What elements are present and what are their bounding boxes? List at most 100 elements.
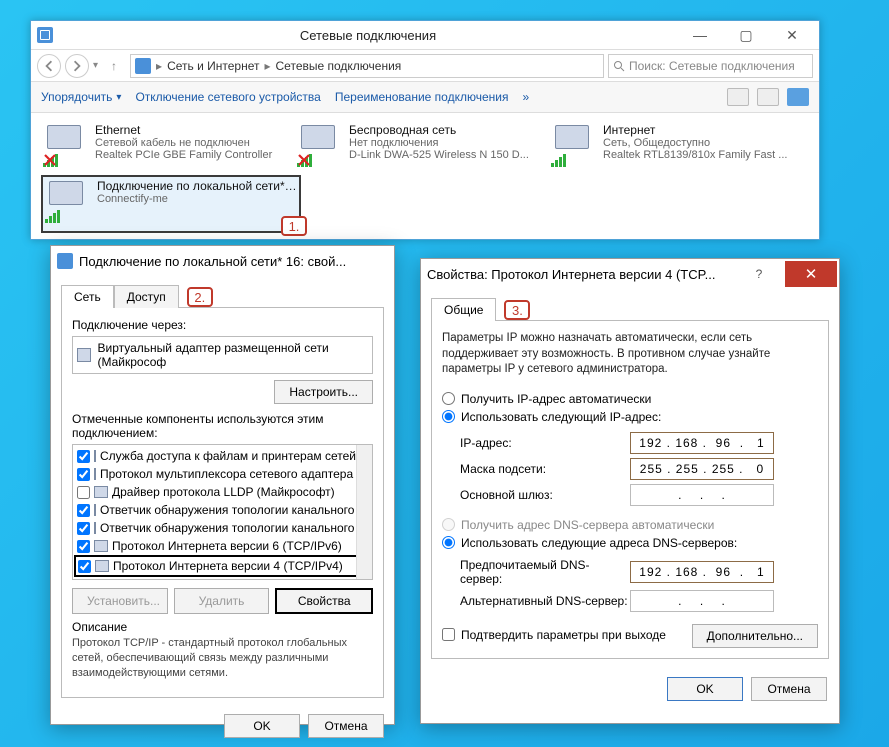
description-group: Описание Протокол TCP/IP - стандартный п… bbox=[72, 614, 373, 681]
mask-input[interactable] bbox=[632, 460, 772, 478]
back-button[interactable] bbox=[37, 54, 61, 78]
mask-label: Маска подсети: bbox=[460, 462, 630, 476]
adapter-icon bbox=[77, 348, 91, 362]
connection-detail: Realtek PCIe GBE Family Controller bbox=[95, 149, 289, 161]
dns-pref-input[interactable] bbox=[632, 563, 772, 581]
navbar: ▾ ↑ ▸ Сеть и Интернет ▸ Сетевые подключе… bbox=[31, 49, 819, 81]
organize-button[interactable]: Упорядочить bbox=[41, 90, 121, 104]
tab-body: Параметры IP можно назначать автоматичес… bbox=[431, 320, 829, 659]
confirm-on-exit: Подтвердить параметры при выходе Дополни… bbox=[442, 622, 818, 648]
ok-button[interactable]: OK bbox=[667, 677, 743, 701]
confirm-exit-label: Подтвердить параметры при выходе bbox=[461, 628, 666, 642]
component-icon bbox=[94, 450, 96, 462]
disable-device-button[interactable]: Отключение сетевого устройства bbox=[135, 90, 320, 104]
cancel-button[interactable]: Отмена bbox=[751, 677, 827, 701]
connection-detail: Connectify-me bbox=[97, 193, 297, 205]
maximize-button[interactable]: ▢ bbox=[723, 23, 769, 47]
component-item[interactable]: Протокол Интернета версии 4 (TCP/IPv4) bbox=[74, 555, 371, 577]
component-item[interactable]: Протокол Интернета версии 6 (TCP/IPv6) bbox=[75, 537, 370, 555]
dialog-titlebar: Подключение по локальной сети* 16: свой.… bbox=[51, 246, 394, 276]
connection-status: Сеть, Общедоступно bbox=[603, 137, 797, 149]
rename-connection-button[interactable]: Переименование подключения bbox=[335, 90, 509, 104]
dns-manual-radio[interactable] bbox=[442, 536, 455, 549]
component-label: Протокол Интернета версии 4 (TCP/IPv4) bbox=[113, 559, 343, 573]
tcpip-properties-dialog: Свойства: Протокол Интернета версии 4 (T… bbox=[420, 258, 840, 724]
ip-auto-radio[interactable] bbox=[442, 392, 455, 405]
breadcrumb-segment[interactable]: Сетевые подключения bbox=[276, 59, 402, 73]
tab-general[interactable]: Общие bbox=[431, 298, 496, 321]
tab-network[interactable]: Сеть bbox=[61, 285, 114, 308]
callout-marker-2: 2. bbox=[187, 287, 213, 307]
scrollbar[interactable] bbox=[356, 445, 372, 579]
connection-name: Беспроводная сеть bbox=[349, 123, 543, 137]
adapter-field: Виртуальный адаптер размещенной сети (Ма… bbox=[72, 336, 373, 374]
component-item[interactable]: Драйвер протокола LLDP (Майкрософт) bbox=[75, 483, 370, 501]
connection-item[interactable]: Подключение по локальной сети* 16Connect… bbox=[41, 175, 301, 233]
component-checkbox[interactable] bbox=[78, 560, 91, 573]
connection-name: Ethernet bbox=[95, 123, 289, 137]
connections-list: EthernetСетевой кабель не подключенRealt… bbox=[31, 113, 819, 241]
dns-alt-input[interactable] bbox=[632, 592, 772, 610]
component-item[interactable]: Служба доступа к файлам и принтерам сете… bbox=[75, 447, 370, 465]
search-input[interactable]: Поиск: Сетевые подключения bbox=[608, 54, 813, 78]
view-icon[interactable] bbox=[727, 88, 749, 106]
ip-fields: IP-адрес: Маска подсети: Основной шлюз: bbox=[442, 432, 818, 506]
component-label: Ответчик обнаружения топологии канальног… bbox=[100, 503, 373, 517]
breadcrumb-segment[interactable]: Сеть и Интернет bbox=[167, 59, 259, 73]
close-button[interactable]: ✕ bbox=[785, 261, 837, 287]
adapter-name: Виртуальный адаптер размещенной сети (Ма… bbox=[97, 341, 368, 369]
component-checkbox[interactable] bbox=[77, 468, 90, 481]
configure-button[interactable]: Настроить... bbox=[274, 380, 373, 404]
component-icon bbox=[94, 468, 96, 480]
component-checkbox[interactable] bbox=[77, 522, 90, 535]
up-button[interactable]: ↑ bbox=[102, 54, 126, 78]
ip-manual-radio[interactable] bbox=[442, 410, 455, 423]
dns-auto-label: Получить адрес DNS-сервера автоматически bbox=[461, 518, 714, 532]
connection-text: EthernetСетевой кабель не подключенRealt… bbox=[95, 123, 289, 161]
properties-button[interactable]: Свойства bbox=[275, 588, 373, 614]
component-icon bbox=[94, 504, 96, 516]
history-chevron-icon[interactable]: ▾ bbox=[93, 60, 98, 71]
component-checkbox[interactable] bbox=[77, 540, 90, 553]
component-checkbox[interactable] bbox=[77, 504, 90, 517]
connection-icon bbox=[551, 123, 595, 167]
component-label: Протокол Интернета версии 6 (TCP/IPv6) bbox=[112, 539, 342, 553]
dialog-titlebar: Свойства: Протокол Интернета версии 4 (T… bbox=[421, 259, 839, 289]
close-button[interactable]: ✕ bbox=[769, 23, 815, 47]
window-buttons: — ▢ ✕ bbox=[677, 23, 815, 47]
gateway-input[interactable] bbox=[632, 486, 772, 504]
connection-text: ИнтернетСеть, ОбщедоступноRealtek RTL813… bbox=[603, 123, 797, 161]
help-icon[interactable] bbox=[787, 88, 809, 106]
install-button[interactable]: Установить... bbox=[72, 588, 168, 614]
search-icon bbox=[613, 60, 625, 72]
connection-item[interactable]: ИнтернетСеть, ОбщедоступноRealtek RTL813… bbox=[549, 121, 799, 171]
component-checkbox[interactable] bbox=[77, 486, 90, 499]
ip-input[interactable] bbox=[632, 434, 772, 452]
minimize-button[interactable]: — bbox=[677, 23, 723, 47]
connection-icon bbox=[43, 123, 87, 167]
tab-access[interactable]: Доступ bbox=[114, 285, 179, 308]
component-item[interactable]: Ответчик обнаружения топологии канальног… bbox=[75, 519, 370, 537]
confirm-exit-checkbox[interactable] bbox=[442, 628, 455, 641]
remove-button[interactable]: Удалить bbox=[174, 588, 270, 614]
component-label: Драйвер протокола LLDP (Майкрософт) bbox=[112, 485, 335, 499]
component-item[interactable]: Протокол мультиплексора сетевого адаптер… bbox=[75, 465, 370, 483]
dialog-buttons: OK Отмена bbox=[421, 667, 839, 711]
more-button[interactable]: » bbox=[522, 90, 529, 104]
components-list[interactable]: Служба доступа к файлам и принтерам сете… bbox=[72, 444, 373, 580]
cancel-button[interactable]: Отмена bbox=[308, 714, 384, 738]
forward-button[interactable] bbox=[65, 54, 89, 78]
connection-item[interactable]: Беспроводная сетьНет подключенияD-Link D… bbox=[295, 121, 545, 171]
component-checkbox[interactable] bbox=[77, 450, 90, 463]
component-item[interactable]: Ответчик обнаружения топологии канальног… bbox=[75, 501, 370, 519]
dns-fields: Предпочитаемый DNS-сервер: Альтернативны… bbox=[442, 558, 818, 612]
details-pane-icon[interactable] bbox=[757, 88, 779, 106]
ok-button[interactable]: OK bbox=[224, 714, 300, 738]
connection-icon bbox=[45, 179, 89, 223]
dns-radio-group: Получить адрес DNS-сервера автоматически… bbox=[442, 516, 818, 552]
breadcrumb[interactable]: ▸ Сеть и Интернет ▸ Сетевые подключения bbox=[130, 54, 604, 78]
help-button[interactable]: ? bbox=[739, 263, 779, 285]
connection-item[interactable]: EthernetСетевой кабель не подключенRealt… bbox=[41, 121, 291, 171]
dns-auto-radio[interactable] bbox=[442, 518, 455, 531]
advanced-button[interactable]: Дополнительно... bbox=[692, 624, 818, 648]
